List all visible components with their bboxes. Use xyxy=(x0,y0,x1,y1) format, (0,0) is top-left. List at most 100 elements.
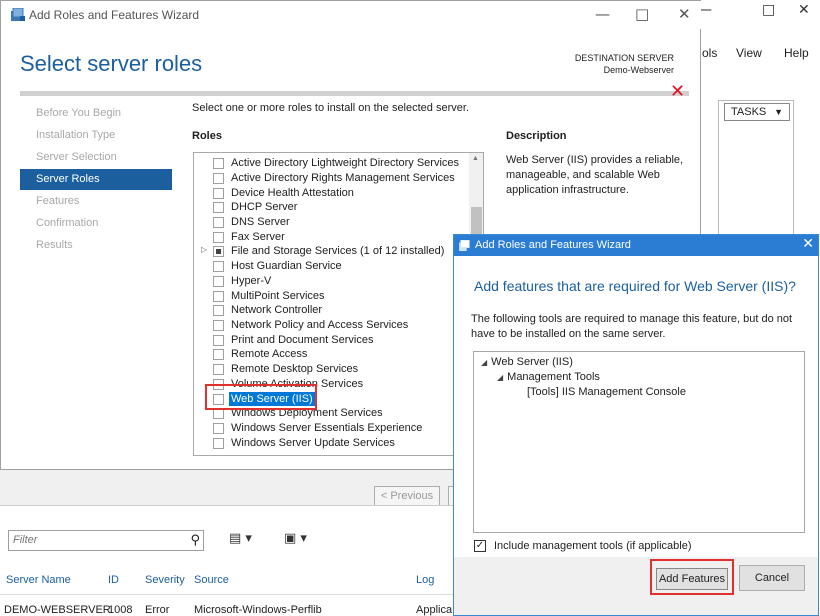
menu-tools[interactable]: ols xyxy=(702,46,717,60)
role-item[interactable]: Device Health Attestation xyxy=(194,186,469,200)
add-features-highlight xyxy=(650,559,734,595)
role-item[interactable]: DHCP Server xyxy=(194,200,469,214)
role-checkbox[interactable] xyxy=(213,188,224,199)
list-options-icon[interactable]: ▤ ▾ xyxy=(229,531,252,546)
cell-log[interactable]: Applica xyxy=(416,604,452,616)
column-source[interactable]: Source xyxy=(194,574,229,586)
cell-source[interactable]: Microsoft-Windows-Perflib xyxy=(194,604,322,616)
role-checkbox[interactable] xyxy=(213,173,224,184)
server-manager-menubar: ols View Help xyxy=(690,30,820,76)
role-label: Network Controller xyxy=(231,304,323,316)
role-item[interactable]: MultiPoint Services xyxy=(194,289,469,303)
role-label: Remote Desktop Services xyxy=(231,363,359,375)
description-heading: Description xyxy=(506,130,567,142)
role-checkbox[interactable] xyxy=(213,276,224,287)
role-item[interactable]: Windows Server Update Services xyxy=(194,436,469,450)
close-icon[interactable]: ✕ xyxy=(802,236,814,252)
role-label: Remote Access xyxy=(231,348,308,360)
maximize-icon[interactable]: □ xyxy=(762,2,775,18)
include-tools-label: Include management tools (if applicable) xyxy=(494,540,692,552)
destination-server-label: DESTINATION SERVER Demo-Webserver xyxy=(575,52,674,76)
role-checkbox[interactable] xyxy=(213,349,224,360)
tree-node-iis-console[interactable]: [Tools] IIS Management Console xyxy=(527,386,686,398)
column-log[interactable]: Log xyxy=(416,574,434,586)
role-item[interactable]: Print and Document Services xyxy=(194,333,469,347)
column-id[interactable]: ID xyxy=(108,574,119,586)
role-checkbox[interactable] xyxy=(213,438,224,449)
role-checkbox[interactable] xyxy=(213,202,224,213)
include-tools-checkbox[interactable]: ✓ xyxy=(474,540,486,552)
tree-node-label: Management Tools xyxy=(507,371,600,383)
role-item[interactable]: Host Guardian Service xyxy=(194,259,469,273)
wizard-titlebar: Add Roles and Features Wizard — □ ✕ xyxy=(1,1,701,29)
filter-input[interactable] xyxy=(13,534,173,546)
role-label: Windows Server Update Services xyxy=(231,437,395,449)
role-label: DNS Server xyxy=(231,216,290,228)
role-checkbox[interactable] xyxy=(213,291,224,302)
close-icon[interactable]: ✕ xyxy=(798,2,810,18)
column-server-name[interactable]: Server Name xyxy=(6,574,71,586)
column-severity[interactable]: Severity xyxy=(145,574,185,586)
role-checkbox[interactable] xyxy=(213,217,224,228)
role-item[interactable]: Remote Access xyxy=(194,347,469,361)
role-checkbox[interactable] xyxy=(213,232,224,243)
role-checkbox[interactable] xyxy=(213,158,224,169)
role-item[interactable]: Windows Server Essentials Experience xyxy=(194,421,469,435)
collapse-icon[interactable]: ◢ xyxy=(481,358,487,367)
nav-results[interactable]: Results xyxy=(20,235,172,256)
roles-list[interactable]: Active Directory Lightweight Directory S… xyxy=(193,152,484,456)
nav-confirmation[interactable]: Confirmation xyxy=(20,213,172,234)
nav-server-roles[interactable]: Server Roles xyxy=(20,169,172,190)
role-item[interactable]: ▷ File and Storage Services (1 of 12 inst… xyxy=(194,244,469,258)
cell-id[interactable]: 1008 xyxy=(108,604,132,616)
maximize-icon[interactable]: □ xyxy=(635,5,649,23)
role-item[interactable]: Hyper-V xyxy=(194,274,469,288)
expand-arrow-icon[interactable]: ▷ xyxy=(201,245,207,254)
instruction-text: Select one or more roles to install on t… xyxy=(192,102,469,114)
cell-severity[interactable]: Error xyxy=(145,604,169,616)
role-label: Network Policy and Access Services xyxy=(231,319,409,331)
dialog-text: The following tools are required to mana… xyxy=(471,313,793,340)
tree-node-label: Web Server (IIS) xyxy=(491,356,573,368)
menu-help[interactable]: Help xyxy=(784,46,809,60)
role-checkbox[interactable] xyxy=(213,423,224,434)
search-icon[interactable]: ⚲ xyxy=(190,533,200,548)
save-options-icon[interactable]: ▣ ▾ xyxy=(284,531,307,546)
role-item[interactable]: Network Policy and Access Services xyxy=(194,318,469,332)
collapse-icon[interactable]: ◢ xyxy=(497,373,503,382)
cell-server-name[interactable]: DEMO-WEBSERVER xyxy=(4,604,111,616)
role-item[interactable]: Fax Server xyxy=(194,230,469,244)
features-tree[interactable]: ◢ Web Server (IIS) ◢ Management Tools [Too… xyxy=(473,351,805,533)
role-item[interactable]: Active Directory Rights Management Servi… xyxy=(194,171,469,185)
scroll-up-icon[interactable]: ▲ xyxy=(472,155,479,162)
menu-view[interactable]: View xyxy=(736,46,762,60)
minimize-icon[interactable]: — xyxy=(595,5,610,23)
role-checkbox[interactable] xyxy=(213,335,224,346)
close-icon[interactable]: ✕ xyxy=(678,5,691,23)
role-label: Print and Document Services xyxy=(231,334,374,346)
role-checkbox[interactable] xyxy=(213,305,224,316)
server-manager-icon xyxy=(459,240,470,251)
filter-box[interactable]: ⚲ xyxy=(8,530,204,551)
role-item[interactable]: DNS Server xyxy=(194,215,469,229)
role-checkbox[interactable] xyxy=(213,364,224,375)
nav-before-you-begin[interactable]: Before You Begin xyxy=(20,103,172,124)
cancel-button[interactable]: Cancel xyxy=(739,565,805,591)
tasks-dropdown[interactable]: TASKS ▼ xyxy=(724,103,790,121)
role-item[interactable]: Network Controller xyxy=(194,303,469,317)
nav-server-selection[interactable]: Server Selection xyxy=(20,147,172,168)
role-checkbox[interactable] xyxy=(213,261,224,272)
destination-server-name: Demo-Webserver xyxy=(603,65,674,75)
role-label: MultiPoint Services xyxy=(231,290,325,302)
role-checkbox[interactable] xyxy=(213,246,224,257)
previous-button[interactable]: < Previous xyxy=(374,486,440,506)
tree-node-web-server[interactable]: ◢ Web Server (IIS) xyxy=(481,356,573,368)
nav-features[interactable]: Features xyxy=(20,191,172,212)
tasks-label: TASKS xyxy=(731,106,767,118)
nav-installation-type[interactable]: Installation Type xyxy=(20,125,172,146)
tree-node-management-tools[interactable]: ◢ Management Tools xyxy=(497,371,600,383)
role-label: Hyper-V xyxy=(231,275,272,287)
role-item[interactable]: Active Directory Lightweight Directory S… xyxy=(194,156,469,170)
role-checkbox[interactable] xyxy=(213,320,224,331)
role-item[interactable]: Remote Desktop Services xyxy=(194,362,469,376)
